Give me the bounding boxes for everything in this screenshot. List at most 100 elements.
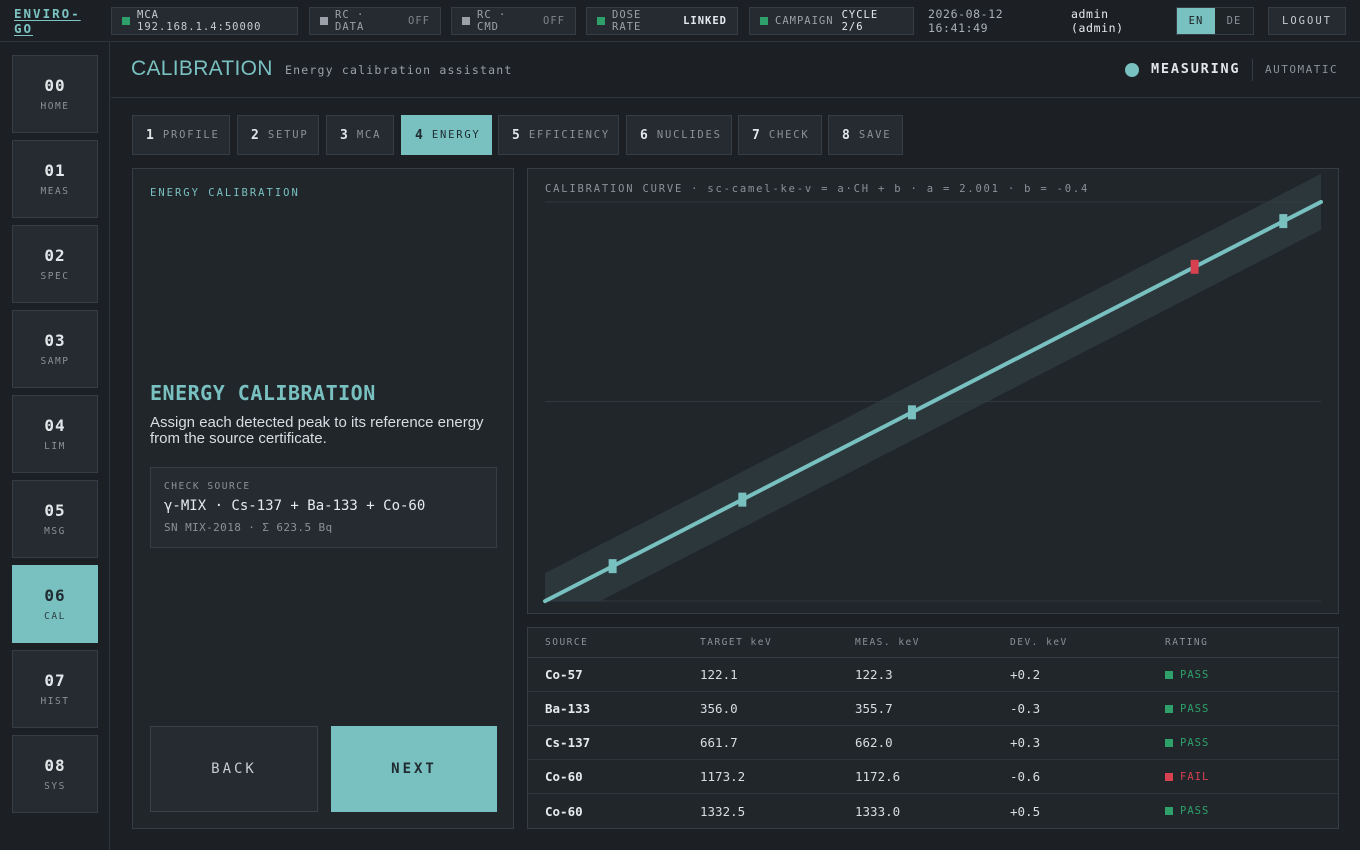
table-row[interactable]: Co-60 1173.2 1172.6 -0.6 FAIL xyxy=(528,760,1338,794)
nav-item-label: HIST xyxy=(40,696,70,707)
rating-indicator xyxy=(1165,704,1173,713)
nav-item-hist[interactable]: 07 HIST xyxy=(12,650,98,728)
user-role: (admin) xyxy=(1071,21,1124,35)
cell-rating: PASS xyxy=(1165,703,1209,715)
lang-de-button[interactable]: DE xyxy=(1215,8,1253,34)
nav-item-number: 05 xyxy=(44,501,66,520)
step-profile[interactable]: 1 PROFILE xyxy=(132,115,230,155)
step-nuclides[interactable]: 6 NUCLIDES xyxy=(626,115,732,155)
cell-rating: PASS xyxy=(1165,805,1209,817)
nav-item-cal[interactable]: 06 CAL xyxy=(12,565,98,643)
chart-data-point xyxy=(907,405,916,420)
nav-item-label: MSG xyxy=(44,526,66,537)
step-number: 2 xyxy=(251,127,259,143)
measurement-mode: AUTOMATIC xyxy=(1265,63,1339,76)
nav-item-label: MEAS xyxy=(40,186,70,197)
dose-rate-status[interactable]: DOSE RATE LINKED xyxy=(586,7,738,35)
nav-item-samp[interactable]: 03 SAMP xyxy=(12,310,98,388)
step-check[interactable]: 7 CHECK xyxy=(738,115,822,155)
nav-item-meas[interactable]: 01 MEAS xyxy=(12,140,98,218)
step-energy[interactable]: 4 ENERGY xyxy=(401,115,492,155)
cell-source: Ba-133 xyxy=(545,701,591,716)
campaign-status[interactable]: CAMPAIGN CYCLE 2/6 xyxy=(749,7,914,35)
step-mca[interactable]: 3 MCA xyxy=(326,115,394,155)
nav-item-msg[interactable]: 05 MSG xyxy=(12,480,98,558)
cell-target: 356.0 xyxy=(700,701,738,716)
nav-item-sys[interactable]: 08 SYS xyxy=(12,735,98,813)
nav-item-spec[interactable]: 02 SPEC xyxy=(12,225,98,303)
calibration-table: SOURCE TARGET keV MEAS. keV DEV. keV RAT… xyxy=(527,627,1339,829)
rc-data-label: RC · DATA xyxy=(335,9,365,33)
table-row[interactable]: Co-60 1332.5 1333.0 +0.5 PASS xyxy=(528,794,1338,828)
step-number: 8 xyxy=(842,127,850,143)
step-efficiency[interactable]: 5 EFFICIENCY xyxy=(498,115,619,155)
chart-title: CALIBRATION CURVE · sc-camel-ke-v = a·CH… xyxy=(545,183,1090,195)
rating-indicator xyxy=(1165,772,1173,781)
chart-data-point xyxy=(738,492,747,507)
rc-data-status[interactable]: RC · DATA OFF xyxy=(309,7,441,35)
back-button[interactable]: BACK xyxy=(150,726,318,812)
nav-item-label: SAMP xyxy=(40,356,70,367)
cell-rating: FAIL xyxy=(1165,771,1209,783)
lang-en-button[interactable]: EN xyxy=(1177,8,1215,34)
step-save[interactable]: 8 SAVE xyxy=(828,115,903,155)
step-label: SAVE xyxy=(858,129,892,141)
next-button[interactable]: NEXT xyxy=(331,726,497,812)
col-header-rating: RATING xyxy=(1165,637,1209,648)
step-label: CHECK xyxy=(768,129,810,141)
step-setup[interactable]: 2 SETUP xyxy=(237,115,319,155)
rc-cmd-indicator xyxy=(462,17,470,25)
table-row[interactable]: Co-57 122.1 122.3 +0.2 PASS xyxy=(528,658,1338,692)
step-number: 6 xyxy=(640,127,648,143)
chart-data-point xyxy=(1279,214,1288,229)
step-label: NUCLIDES xyxy=(656,129,722,141)
page-title: CALIBRATION xyxy=(131,57,273,80)
nav-item-home[interactable]: 00 HOME xyxy=(12,55,98,133)
check-source-card: CHECK SOURCE γ-MIX · Cs-137 + Ba-133 + C… xyxy=(150,467,497,548)
cell-target: 1332.5 xyxy=(700,803,746,819)
rc-cmd-value: OFF xyxy=(543,15,565,27)
nav-item-number: 01 xyxy=(44,161,66,180)
cell-target: 1173.2 xyxy=(700,769,746,784)
rating-label: PASS xyxy=(1180,805,1210,817)
rc-cmd-label: RC · CMD xyxy=(477,9,507,33)
current-time: 16:41:49 xyxy=(928,21,989,35)
check-source-value: γ-MIX · Cs-137 + Ba-133 + Co-60 xyxy=(164,498,426,514)
cell-measured: 122.3 xyxy=(855,667,893,682)
chart-tolerance-band xyxy=(545,173,1321,602)
step-label: MCA xyxy=(356,129,382,141)
language-switch: EN DE xyxy=(1176,7,1254,35)
energy-calibration-panel: ENERGY CALIBRATION ENERGY CALIBRATION As… xyxy=(132,168,514,829)
calibration-curve-panel: CALIBRATION CURVE · sc-camel-ke-v = a·CH… xyxy=(527,168,1339,614)
rating-label: PASS xyxy=(1180,668,1210,681)
nav-item-number: 00 xyxy=(44,76,66,95)
nav-item-label: HOME xyxy=(40,101,70,112)
campaign-label: CAMPAIGN xyxy=(775,15,834,27)
cell-deviation: +0.5 xyxy=(1010,803,1041,819)
panel-description: Assign each detected peak to its referen… xyxy=(150,414,484,447)
col-header-measured: MEAS. keV xyxy=(855,637,920,648)
user-info[interactable]: admin (admin) xyxy=(1071,7,1124,35)
nav-item-number: 03 xyxy=(44,331,66,350)
dose-rate-indicator xyxy=(597,17,605,25)
logout-button[interactable]: LOGOUT xyxy=(1268,7,1346,35)
step-label: EFFICIENCY xyxy=(528,129,611,141)
page-header: CALIBRATION Energy calibration assistant… xyxy=(111,42,1360,98)
measurement-status: MEASURING xyxy=(1151,61,1241,77)
app-logo[interactable]: ENVIRO-GO xyxy=(14,6,94,36)
rating-label: PASS xyxy=(1180,736,1210,749)
rating-label: FAIL xyxy=(1180,770,1210,783)
rc-cmd-status[interactable]: RC · CMD OFF xyxy=(451,7,576,35)
cell-source: Co-60 xyxy=(545,803,583,819)
table-row[interactable]: Ba-133 356.0 355.7 -0.3 PASS xyxy=(528,692,1338,726)
rating-label: PASS xyxy=(1180,702,1210,715)
campaign-indicator xyxy=(760,17,768,25)
cell-target: 122.1 xyxy=(700,667,738,682)
mca-address: MCA 192.168.1.4:50000 xyxy=(137,9,262,33)
table-header: SOURCE TARGET keV MEAS. keV DEV. keV RAT… xyxy=(528,628,1338,658)
mca-connection-status[interactable]: MCA 192.168.1.4:50000 xyxy=(111,7,298,35)
nav-item-lim[interactable]: 04 LIM xyxy=(12,395,98,473)
top-bar: ENVIRO-GO MCA 192.168.1.4:50000 RC · DAT… xyxy=(0,0,1360,42)
table-row[interactable]: Cs-137 661.7 662.0 +0.3 PASS xyxy=(528,726,1338,760)
cell-deviation: +0.3 xyxy=(1010,735,1041,750)
